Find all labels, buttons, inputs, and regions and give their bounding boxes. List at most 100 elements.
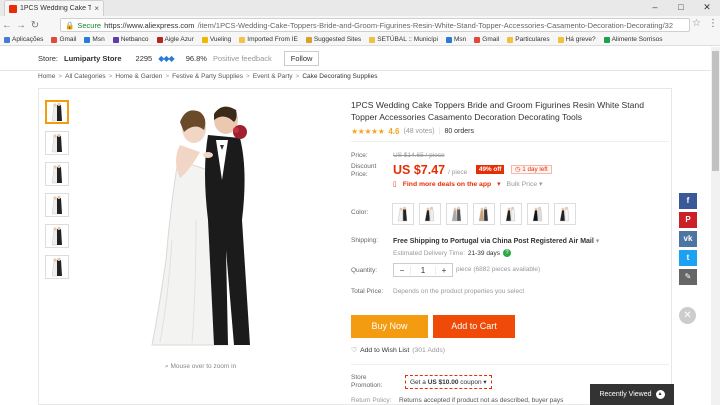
chevron-up-icon: ▴ <box>655 390 665 399</box>
find-deals-link[interactable]: Find more deals on the app <box>403 181 491 188</box>
facebook-icon[interactable]: f <box>679 193 697 209</box>
quantity-minus-button[interactable]: − <box>394 266 410 275</box>
pinterest-icon[interactable]: P <box>679 212 697 228</box>
deals-row: ▯ Find more deals on the app ▾ Bulk Pric… <box>393 180 543 189</box>
add-to-cart-button[interactable]: Add to Cart <box>433 315 515 338</box>
browser-menu-icon[interactable]: ⋮ <box>708 18 718 29</box>
quantity-available: piece (6882 pieces available) <box>456 266 541 273</box>
quantity-label: Quantity: <box>351 267 378 274</box>
store-promotion-label: Store Promotion: <box>351 374 383 389</box>
product-thumbnail[interactable] <box>45 100 69 124</box>
bookmark-item[interactable]: Msn <box>84 36 105 43</box>
bookmark-label: Particulares <box>515 36 550 43</box>
recently-viewed-button[interactable]: Recently Viewed ▴ <box>590 384 674 405</box>
scrollbar-thumb[interactable] <box>712 51 719 171</box>
bookmark-item[interactable]: Aplicações <box>4 36 43 43</box>
bookmark-item[interactable]: Msn <box>446 36 466 43</box>
close-share-icon[interactable]: ✕ <box>679 307 696 324</box>
url-host: https://www.aliexpress.com <box>104 20 195 30</box>
quantity-plus-button[interactable]: + <box>436 266 452 275</box>
help-icon[interactable]: ? <box>503 249 512 257</box>
add-to-wishlist-link[interactable]: Add to Wish List <box>360 347 409 354</box>
bookmark-label: Msn <box>454 36 467 43</box>
couple-figurine-icon <box>51 195 62 215</box>
bookmark-item[interactable]: Há greve? <box>557 36 596 43</box>
bookmark-favicon-icon <box>4 36 10 43</box>
figurine-variant-icon <box>505 206 516 222</box>
bookmark-favicon-icon <box>112 36 119 43</box>
forward-arrow-icon[interactable]: → <box>14 20 28 31</box>
twitter-icon[interactable]: t <box>679 250 697 266</box>
color-option[interactable] <box>419 203 441 225</box>
bookmark-item[interactable]: Gmail <box>474 36 499 43</box>
reload-icon[interactable]: ↻ <box>28 20 42 31</box>
coupon-button[interactable]: Get a US $10.00 coupon ▾ <box>405 375 492 389</box>
divider <box>351 141 669 142</box>
couple-figurine-icon <box>51 133 62 153</box>
color-option[interactable] <box>473 203 495 225</box>
bookmark-item[interactable]: Vueling <box>201 36 232 43</box>
chevron-down-icon[interactable]: ▾ <box>596 238 600 245</box>
feedback-percent: 96.8% <box>185 54 207 63</box>
bookmark-item[interactable]: Netbanco <box>112 36 149 43</box>
estimated-delivery-days: 21-39 days <box>467 249 501 257</box>
color-option[interactable] <box>392 203 414 225</box>
minimize-icon[interactable]: – <box>642 0 668 14</box>
edit-icon[interactable]: ✎ <box>679 269 697 285</box>
color-option[interactable] <box>500 203 522 225</box>
bookmark-item[interactable]: Gmail <box>51 36 76 43</box>
bookmark-item[interactable]: Aigle Azur <box>156 36 194 43</box>
product-thumbnail[interactable] <box>45 224 69 248</box>
follow-button[interactable]: Follow <box>283 51 320 66</box>
breadcrumb-item[interactable]: All Categories <box>65 73 105 80</box>
social-share-bar: f Pvk t ✎ <box>679 193 697 288</box>
bulk-price-label: Bulk Price <box>506 181 538 188</box>
figurine-variant-icon <box>478 206 489 222</box>
bookmark-item[interactable]: Suggested Sites <box>305 36 361 43</box>
back-arrow-icon[interactable]: ← <box>0 20 14 31</box>
tab-title: 1PCS Wedding Cake Top <box>20 5 92 12</box>
maximize-icon[interactable]: □ <box>668 0 694 14</box>
breadcrumb-item[interactable]: Cake Decorating Supplies <box>302 73 377 80</box>
breadcrumb-item[interactable]: Home & Garden <box>115 73 162 80</box>
bookmark-label: Msn <box>92 36 105 43</box>
product-thumbnail[interactable] <box>45 131 69 155</box>
bookmark-item[interactable]: Imported From IE <box>239 36 298 43</box>
bookmark-label: Imported From IE <box>247 36 298 43</box>
bookmark-label: Vueling <box>209 36 232 43</box>
browser-titlebar: 1PCS Wedding Cake Top × – □ ✕ <box>0 0 720 16</box>
heart-icon[interactable]: ♡ <box>351 346 357 354</box>
shipping-text[interactable]: Free Shipping to Portugal via China Post… <box>393 238 594 245</box>
breadcrumb-item[interactable]: Event & Party <box>253 73 293 80</box>
price-value: US $7.47 <box>393 163 446 177</box>
zoom-hint-text: Mouse over to zoom in <box>170 363 237 370</box>
buy-now-button[interactable]: Buy Now <box>351 315 428 338</box>
product-thumbnail[interactable] <box>45 162 69 186</box>
color-option[interactable] <box>527 203 549 225</box>
breadcrumb-item[interactable]: Home <box>38 73 55 80</box>
color-option[interactable] <box>554 203 576 225</box>
bookmark-item[interactable]: Alimente Sorrisos <box>603 36 663 43</box>
url-bar[interactable]: 🔒 Secure https://www.aliexpress.com/item… <box>60 18 690 32</box>
store-name[interactable]: Lumiparty Store <box>64 54 122 63</box>
figurine-variant-icon <box>451 206 462 222</box>
bulk-price-link[interactable]: Bulk Price ▾ <box>507 180 543 188</box>
product-thumbnail[interactable] <box>45 193 69 217</box>
rating-votes[interactable]: (48 votes) <box>403 128 434 135</box>
bookmark-item[interactable]: Particulares <box>507 36 550 43</box>
breadcrumb-item[interactable]: Festive & Party Supplies <box>172 73 243 80</box>
color-option[interactable] <box>446 203 468 225</box>
figurine-variant-icon <box>397 206 408 222</box>
product-thumbnail[interactable] <box>45 255 69 279</box>
tab-close-icon[interactable]: × <box>94 4 99 13</box>
chevron-down-icon: ▾ <box>497 181 501 188</box>
product-main-image[interactable] <box>100 100 330 355</box>
bookmark-star-icon[interactable]: ☆ <box>692 18 701 29</box>
store-bar: Store: Lumiparty Store 2295 ◆◆◆ 96.8% Po… <box>0 47 720 71</box>
page-scrollbar[interactable] <box>711 47 720 405</box>
quantity-input[interactable]: 1 <box>410 265 436 275</box>
window-close-icon[interactable]: ✕ <box>694 0 720 14</box>
browser-tab[interactable]: 1PCS Wedding Cake Top × <box>4 0 104 16</box>
vk-icon[interactable]: vk <box>679 231 697 247</box>
bookmark-item[interactable]: SETÚBAL :: Municípi <box>369 36 438 43</box>
